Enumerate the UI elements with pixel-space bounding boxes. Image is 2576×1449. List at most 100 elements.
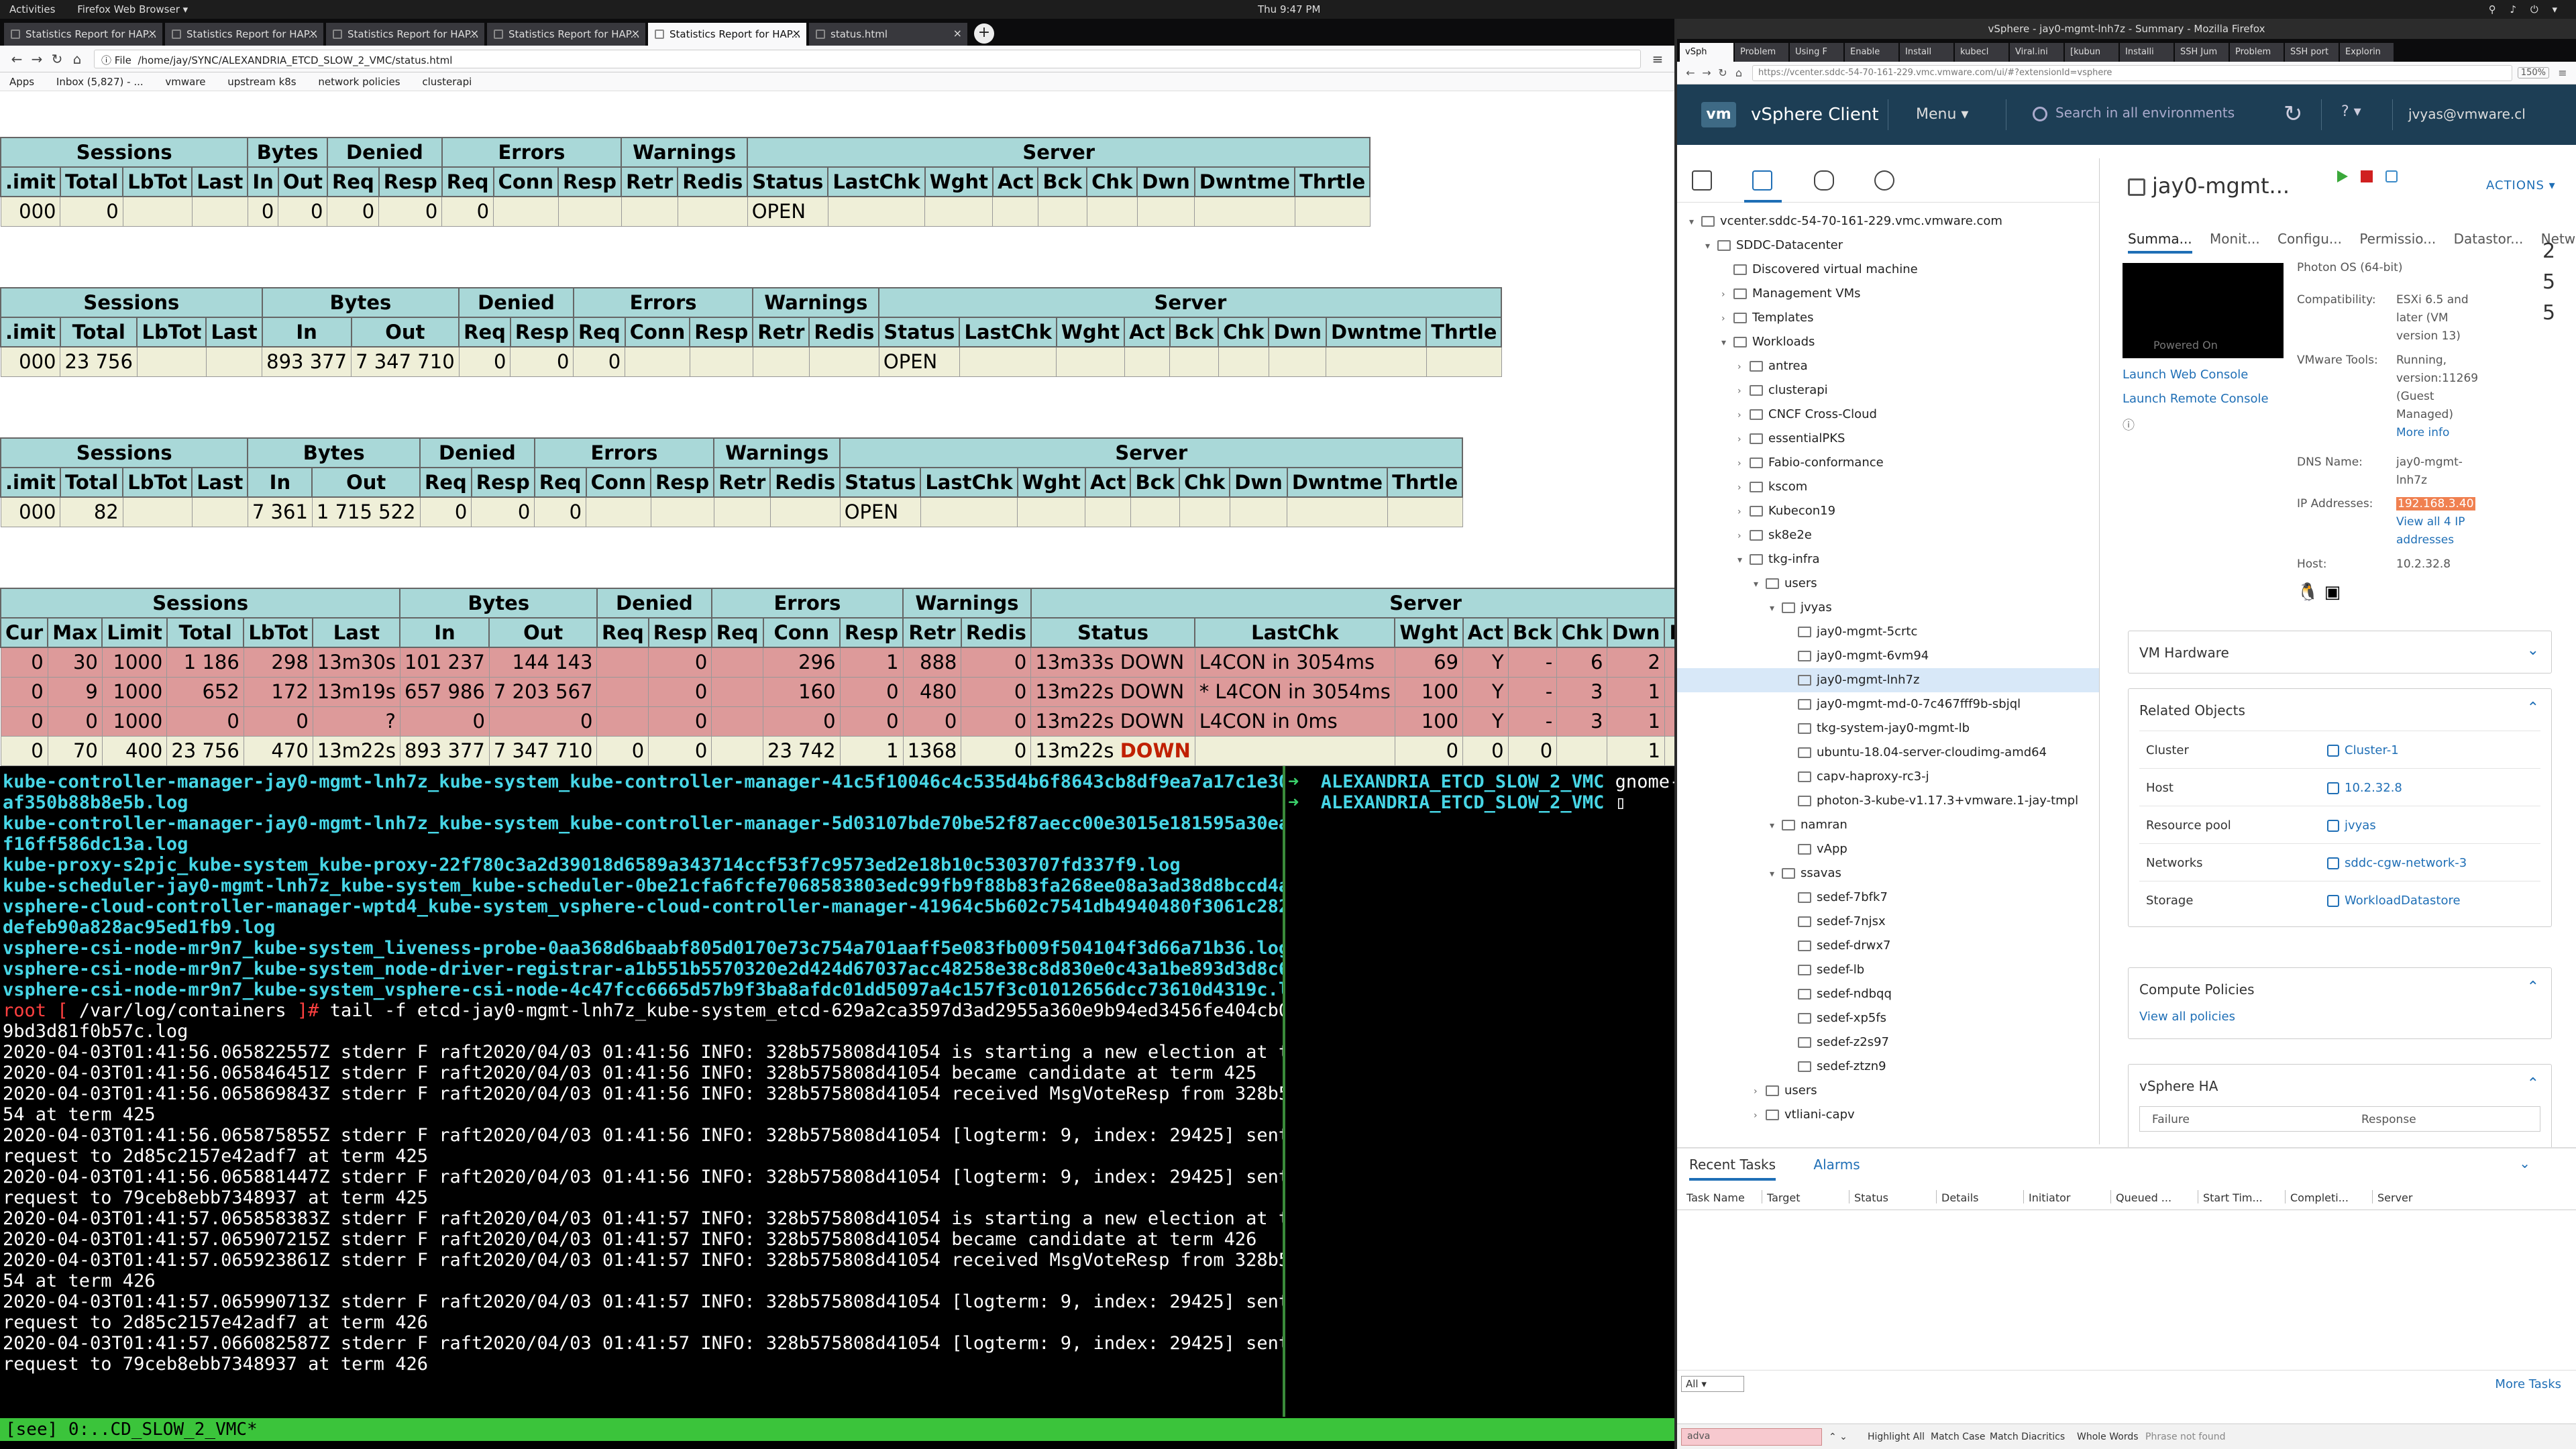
browser-tab[interactable]: kubecl [1955, 43, 2008, 62]
caret-down-icon[interactable]: ▾ [1737, 548, 1750, 572]
caret-right-icon[interactable]: › [1737, 476, 1750, 500]
zoom-level[interactable]: 150% [2517, 67, 2549, 78]
home-icon[interactable]: ⌂ [1731, 66, 1747, 79]
reload-icon[interactable]: ↻ [47, 51, 67, 67]
home-icon[interactable]: ⌂ [67, 51, 87, 67]
tree-item[interactable]: sedef-xp5fs [1677, 1006, 2099, 1030]
tree-item[interactable]: › vtliani-capv [1677, 1103, 2099, 1127]
tree-item[interactable]: › users [1677, 1079, 2099, 1103]
tree-item[interactable]: Discovered virtual machine [1677, 258, 2099, 282]
browser-tab[interactable]: SSH Jum [2175, 43, 2229, 62]
networking-icon[interactable] [1874, 170, 1894, 191]
close-icon[interactable]: × [309, 27, 318, 40]
browser-tab[interactable]: vSph [1680, 43, 1733, 62]
url-bar[interactable]: ⓘ File /home/jay/SYNC/ALEXANDRIA_ETCD_SL… [94, 49, 1641, 68]
global-search[interactable]: Search in all environments [2033, 105, 2235, 121]
tree-item[interactable]: jay0-mgmt-6vm94 [1677, 644, 2099, 668]
view-all-ips-link-cont[interactable]: addresses [2396, 531, 2475, 549]
browser-tab[interactable]: Problem [1735, 43, 1788, 62]
chevron-up-icon[interactable]: ⌃ [2527, 700, 2539, 716]
caret-down-icon[interactable]: ▾ [1770, 814, 1782, 838]
browser-tab[interactable]: [kubun [2065, 43, 2118, 62]
new-tab-button[interactable]: + [974, 23, 994, 44]
browser-tab[interactable]: Installi [2120, 43, 2174, 62]
chevron-up-icon[interactable]: ⌃ [2527, 979, 2539, 996]
tree-item[interactable]: › kscom [1677, 475, 2099, 499]
tab-alarms[interactable]: Alarms [1813, 1157, 1860, 1173]
tree-item[interactable]: ▾ tkg-infra [1677, 547, 2099, 572]
tree-item[interactable]: ubuntu-18.04-server-cloudimg-amd64 [1677, 741, 2099, 765]
back-icon[interactable]: ← [7, 51, 27, 67]
tree-item[interactable]: ▾ SDDC-Datacenter [1677, 233, 2099, 258]
caret-down-icon[interactable]: ▾ [1721, 331, 1733, 355]
storage-icon[interactable] [1814, 170, 1834, 191]
system-tray[interactable]: ⚲ ♪ ⏻ ▾ [2489, 3, 2563, 15]
caret-down-icon[interactable]: ▾ [1754, 572, 1766, 596]
tree-item[interactable]: › CNCF Cross-Cloud [1677, 402, 2099, 427]
user-menu[interactable]: jvyas@vmware.cl [2408, 106, 2526, 122]
browser-tab-active[interactable]: Statistics Report for HAP... × [648, 23, 806, 46]
tree-item[interactable]: ▾ users [1677, 572, 2099, 596]
browser-tab[interactable]: Viral.ini [2010, 43, 2063, 62]
caret-down-icon[interactable]: ▾ [1689, 210, 1701, 234]
find-input[interactable]: adva [1681, 1428, 1822, 1446]
tree-item[interactable]: › Kubecon19 [1677, 499, 2099, 523]
menu-dropdown[interactable]: Menu ▾ [1916, 106, 1968, 123]
tree-item[interactable]: › essentialPKS [1677, 427, 2099, 451]
tab-datastores[interactable]: Datastor... [2454, 231, 2524, 247]
tree-item[interactable]: ▾ ssavas [1677, 861, 2099, 885]
tab-permissions[interactable]: Permissio... [2359, 231, 2436, 247]
terminal-window[interactable]: kube-controller-manager-jay0-mgmt-lnh7z_… [0, 766, 1674, 1449]
caret-right-icon[interactable]: › [1737, 403, 1750, 427]
more-info-link[interactable]: More info [2396, 424, 2490, 442]
whole-words-option[interactable]: Whole Words [2077, 1432, 2139, 1442]
caret-down-icon[interactable]: ▾ [1770, 862, 1782, 886]
more-tasks-link[interactable]: More Tasks [2495, 1377, 2561, 1391]
help-menu[interactable]: ? ▾ [2341, 103, 2361, 120]
menu-icon[interactable]: ≡ [1648, 51, 1668, 67]
tree-item[interactable]: ▾ jvyas [1677, 596, 2099, 620]
info-icon[interactable]: ⓘ [2123, 416, 2135, 433]
caret-down-icon[interactable]: ▾ [1705, 234, 1717, 258]
forward-icon[interactable]: → [1699, 66, 1715, 79]
view-all-policies-link[interactable]: View all policies [2129, 1010, 2551, 1038]
launch-remote-console-link[interactable]: Launch Remote Console [2123, 392, 2269, 406]
browser-tab[interactable]: SSH port [2285, 43, 2339, 62]
tree-item[interactable]: sedef-7bfk7 [1677, 885, 2099, 910]
caret-right-icon[interactable]: › [1721, 307, 1733, 331]
browser-tab[interactable]: Enable [1845, 43, 1898, 62]
browser-tab[interactable]: Explorin [2340, 43, 2394, 62]
tree-item[interactable]: capv-haproxy-rc3-j [1677, 765, 2099, 789]
close-icon[interactable]: × [953, 27, 962, 40]
tab-configure[interactable]: Configu... [2277, 231, 2342, 247]
task-column-header[interactable]: Status [1854, 1191, 1888, 1204]
task-column-header[interactable]: Initiator [2029, 1191, 2070, 1204]
tree-item[interactable]: sedef-ztzn9 [1677, 1055, 2099, 1079]
highlight-all-option[interactable]: Highlight All [1868, 1432, 1925, 1442]
tree-item[interactable]: ▾ vcenter.sddc-54-70-161-229.vmc.vmware.c… [1677, 209, 2099, 233]
tree-item[interactable]: sedef-lb [1677, 958, 2099, 982]
close-icon[interactable]: × [148, 27, 157, 40]
console-icon[interactable] [2385, 170, 2398, 182]
related-object-link[interactable]: Cluster-1 [2327, 743, 2399, 757]
collapse-chevron-icon[interactable]: ⌄ [2519, 1155, 2530, 1171]
view-all-ips-link[interactable]: View all 4 IP [2396, 513, 2475, 531]
caret-right-icon[interactable]: › [1721, 282, 1733, 307]
clock[interactable]: Thu 9:47 PM [1258, 3, 1320, 15]
task-column-header[interactable]: Queued ... [2116, 1191, 2171, 1204]
bookmark-vmware[interactable]: vmware [165, 76, 205, 88]
tree-item[interactable]: jay0-mgmt-5crtc [1677, 620, 2099, 644]
reload-icon[interactable]: ↻ [1715, 66, 1731, 79]
task-column-header[interactable]: Target [1767, 1191, 1801, 1204]
power-on-icon[interactable] [2337, 170, 2348, 182]
browser-tab[interactable]: Statistics Report for HAP... × [165, 23, 323, 46]
task-filter-select[interactable]: All ▾ [1681, 1376, 1744, 1392]
tab-recent-tasks[interactable]: Recent Tasks [1689, 1157, 1776, 1181]
bookmark-inbox[interactable]: Inbox (5,827) - ... [56, 76, 144, 88]
vm-hardware-panel[interactable]: VM Hardware ⌄ [2128, 631, 2552, 674]
browser-tab[interactable]: Problem [2230, 43, 2284, 62]
browser-tab[interactable]: Statistics Report for HAP... × [326, 23, 484, 46]
bookmark-network-policies[interactable]: network policies [318, 76, 400, 88]
tree-item[interactable]: tkg-system-jay0-mgmt-lb [1677, 716, 2099, 741]
url-bar[interactable]: https://vcenter.sddc-54-70-161-229.vmc.v… [1752, 64, 2512, 81]
